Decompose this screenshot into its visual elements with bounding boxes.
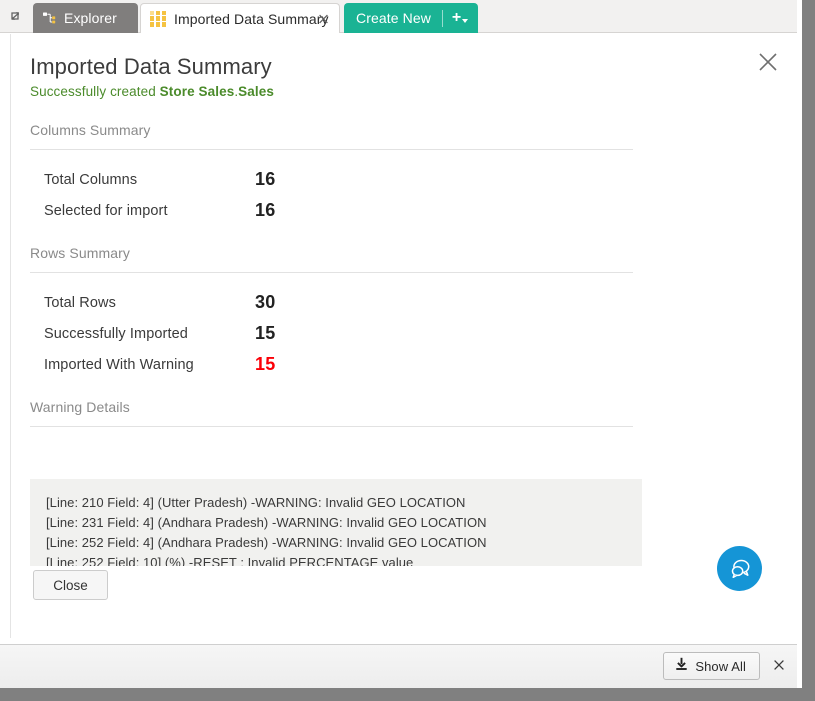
section-title: Rows Summary [30, 245, 130, 261]
summary-row: Total Columns 16 [30, 164, 633, 195]
summary-row: Imported With Warning 15 [30, 349, 633, 380]
warning-line: [Line: 252 Field: 4] (Andhara Pradesh) -… [46, 535, 487, 550]
tab-imported-data-summary[interactable]: Imported Data Summary [140, 3, 340, 33]
section-divider [30, 426, 633, 427]
section-warning-details: Warning Details [30, 399, 633, 427]
chat-support-button[interactable] [717, 546, 762, 591]
tab-strip: Explorer Imported Data Summary Create Ne… [0, 0, 802, 33]
section-columns-summary: Columns Summary Total Columns 16 Selecte… [30, 122, 633, 226]
browser-window: Explorer Imported Data Summary Create Ne… [0, 0, 815, 701]
download-icon [675, 657, 688, 676]
row-value: 16 [255, 169, 276, 189]
row-label: Total Rows [44, 294, 116, 311]
plus-dropdown-icon[interactable]: + [443, 9, 478, 27]
close-icon[interactable] [755, 49, 781, 75]
download-bar: Show All [0, 644, 802, 688]
tab-explorer-label: Explorer [64, 10, 117, 26]
chat-bubble-icon [727, 556, 753, 582]
close-button[interactable]: Close [33, 570, 108, 600]
tab-close-icon[interactable] [317, 12, 330, 25]
summary-row: Successfully Imported 15 [30, 318, 633, 349]
success-message: Successfully created Store Sales.Sales [30, 84, 274, 99]
warning-line: [Line: 252 Field: 10] (%) -RESET : Inval… [46, 555, 414, 566]
success-message-table: Sales [238, 84, 274, 99]
row-label: Selected for import [44, 202, 168, 219]
section-title: Columns Summary [30, 122, 151, 138]
section-rows-summary: Rows Summary Total Rows 30 Successfully … [30, 245, 633, 380]
show-all-label: Show All [695, 658, 746, 674]
window-right-edge [802, 0, 815, 701]
spreadsheet-grid-icon [150, 10, 166, 27]
summary-row: Total Rows 30 [30, 287, 633, 318]
explorer-tree-icon [42, 11, 57, 26]
row-label: Successfully Imported [44, 325, 188, 342]
page-title: Imported Data Summary [30, 54, 272, 79]
create-new-label: Create New [356, 10, 431, 26]
restore-window-icon[interactable] [4, 3, 30, 30]
warning-details-box[interactable]: [Line: 210 Field: 4] (Utter Pradesh) -WA… [30, 479, 642, 566]
section-title: Warning Details [30, 399, 130, 415]
row-label: Total Columns [44, 171, 138, 188]
warning-line: [Line: 231 Field: 4] (Andhara Pradesh) -… [46, 515, 487, 530]
tab-explorer[interactable]: Explorer [33, 3, 138, 33]
row-value: 16 [255, 200, 276, 220]
window-bottom-edge [0, 688, 815, 701]
tab-imported-data-summary-label: Imported Data Summary [174, 10, 329, 27]
summary-row: Selected for import 16 [30, 195, 633, 226]
warning-line: [Line: 210 Field: 4] (Utter Pradesh) -WA… [46, 495, 466, 510]
row-value: 15 [255, 323, 276, 343]
row-value: 30 [255, 292, 276, 312]
create-new-button[interactable]: Create New + [344, 3, 479, 33]
success-message-workspace: Store Sales [159, 84, 235, 99]
show-all-button[interactable]: Show All [663, 652, 760, 680]
imported-data-summary-panel: Imported Data Summary Successfully creat… [10, 34, 797, 638]
panel-left-divider [10, 34, 11, 638]
success-message-prefix: Successfully created [30, 84, 160, 99]
row-value-warning: 15 [255, 354, 276, 374]
row-label: Imported With Warning [44, 356, 194, 373]
download-bar-close-icon[interactable] [772, 658, 786, 672]
